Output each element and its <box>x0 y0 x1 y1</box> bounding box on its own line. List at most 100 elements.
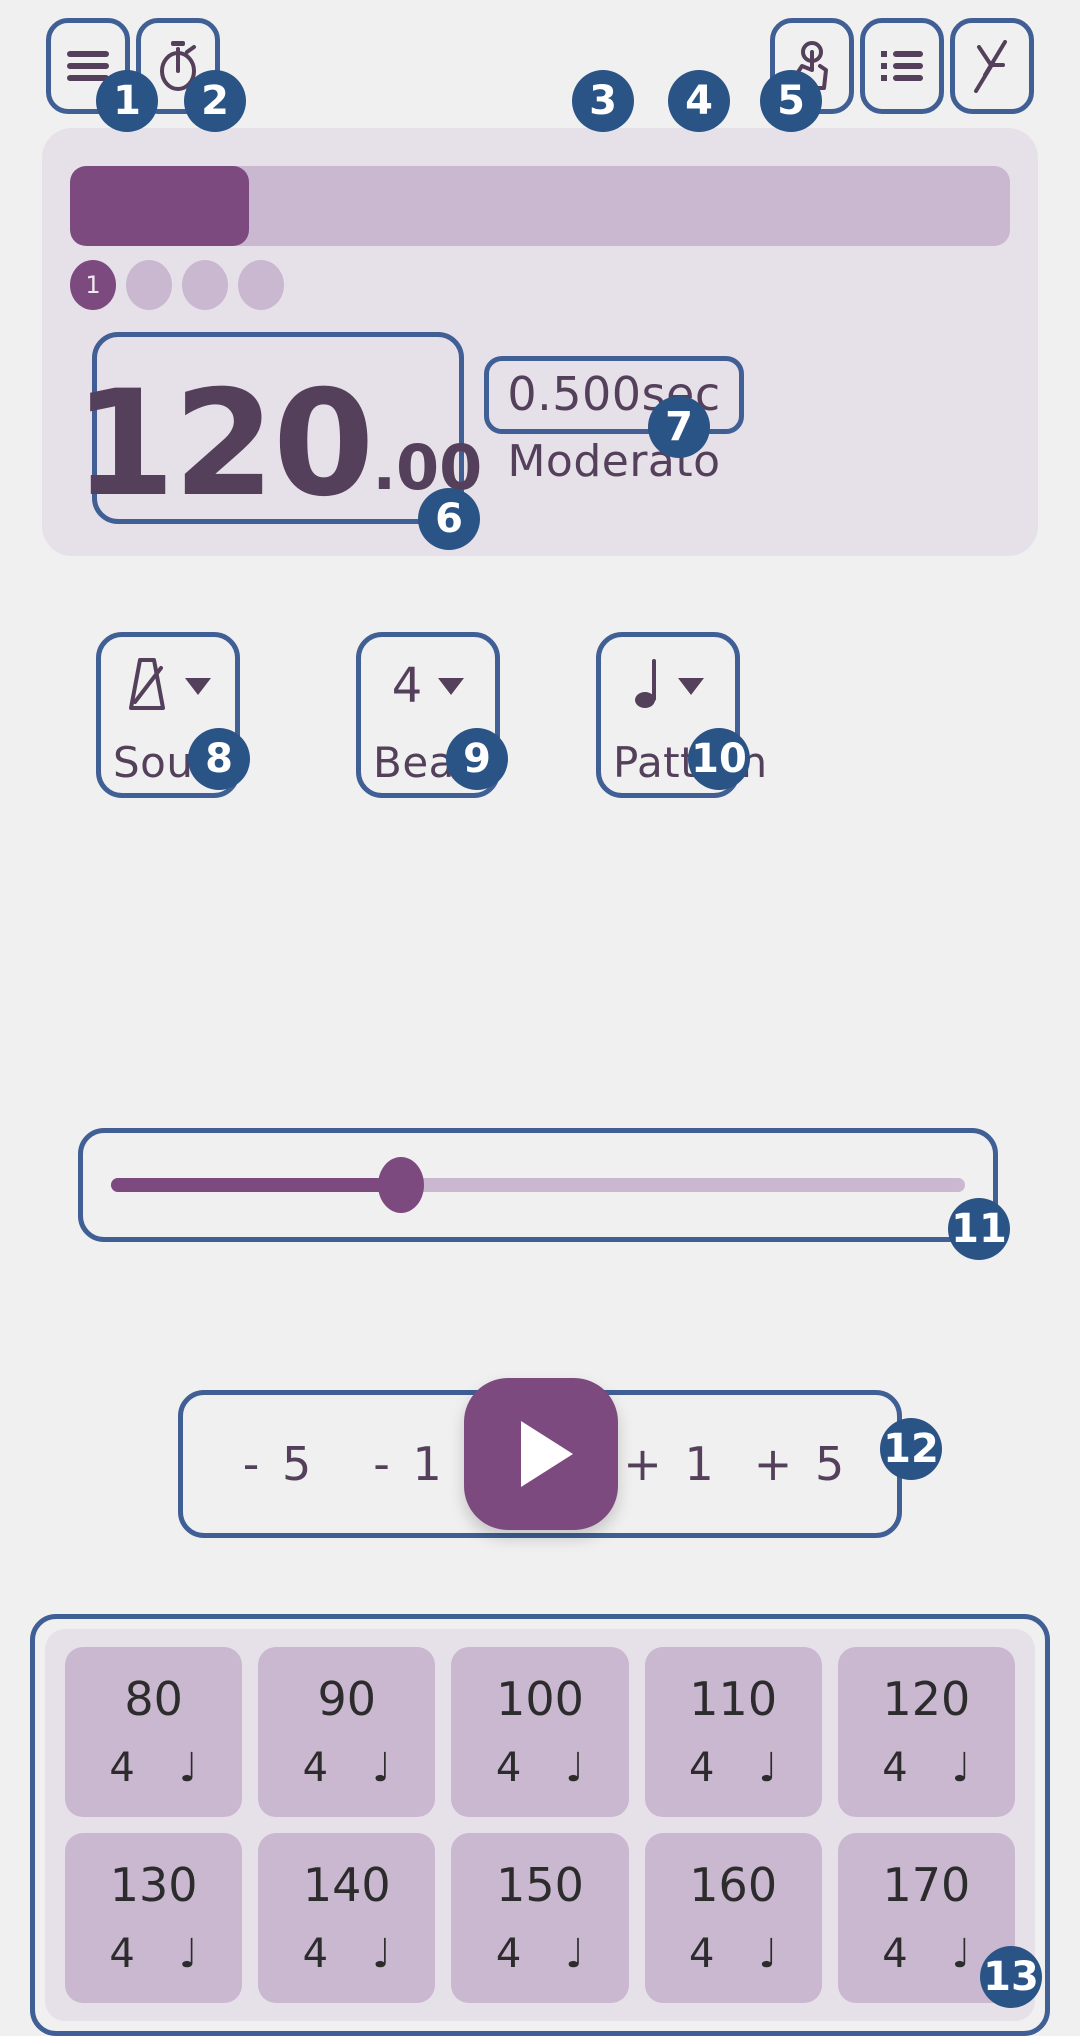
annotation-badge-3: 3 <box>572 70 634 132</box>
preset-meta: 4 ♩ <box>882 1748 970 1788</box>
metronome-icon <box>125 656 169 716</box>
chevron-down-icon <box>185 677 211 695</box>
preset-tile[interactable]: 120 4 ♩ <box>837 1647 1015 1817</box>
annotation-badge-13: 13 <box>980 1946 1042 2008</box>
pattern-selector-top <box>613 655 723 717</box>
preset-meta: 4 ♩ <box>303 1934 391 1974</box>
tuner-button[interactable] <box>950 18 1034 114</box>
preset-bpm-value: 80 <box>124 1672 183 1726</box>
quarter-note-icon: ♩ <box>178 1745 198 1791</box>
preset-beat-value: 4 <box>109 1931 135 1977</box>
beat-dot-4 <box>238 260 284 310</box>
decrease-one-button[interactable]: - 1 <box>350 1437 470 1491</box>
beat-selector-value: 4 <box>391 658 423 714</box>
tempo-slider-filled <box>111 1178 402 1192</box>
preset-meta: 4 ♩ <box>689 1934 777 1974</box>
preset-grid: 80 4 ♩ 90 4 ♩ 100 4 ♩ 110 4 ♩ 120 4 ♩ 130 4 ♩ 140 4 ♩ 150 4 ♩ 16… <box>45 1629 1035 2021</box>
preset-meta: 4 ♩ <box>496 1748 584 1788</box>
bpm-integer: 120 <box>73 359 375 530</box>
preset-bpm-value: 140 <box>302 1858 391 1912</box>
preset-bpm-value: 110 <box>689 1672 778 1726</box>
preset-beat-value: 4 <box>689 1745 715 1791</box>
beat-selector-top: 4 <box>373 655 483 717</box>
annotation-badge-1: 1 <box>96 70 158 132</box>
preset-tile[interactable]: 80 4 ♩ <box>65 1647 243 1817</box>
preset-tile[interactable]: 130 4 ♩ <box>65 1833 243 2003</box>
quarter-note-icon: ♩ <box>565 1745 585 1791</box>
bpm-display-panel: 1 120 .00 0.500sec Moderato <box>42 128 1038 556</box>
increase-one-button[interactable]: + 1 <box>611 1437 731 1491</box>
preset-bpm-value: 100 <box>496 1672 584 1726</box>
beat-progress-fill <box>70 166 249 246</box>
beat-indicator-dots: 1 <box>70 260 284 310</box>
play-triangle-icon <box>521 1421 573 1487</box>
chevron-down-icon <box>678 677 704 695</box>
preset-beat-value: 4 <box>302 1745 329 1791</box>
preset-meta: 4 ♩ <box>109 1748 197 1788</box>
annotation-badge-4: 4 <box>668 70 730 132</box>
preset-tile[interactable]: 100 4 ♩ <box>451 1647 629 1817</box>
beat-progress-bar <box>70 166 1010 246</box>
preset-meta: 4 ♩ <box>882 1934 970 1974</box>
decrease-five-button[interactable]: - 5 <box>219 1437 339 1491</box>
preset-tile[interactable]: 110 4 ♩ <box>644 1647 822 1817</box>
preset-bpm-value: 170 <box>882 1858 971 1912</box>
quarter-note-icon: ♩ <box>951 1745 971 1791</box>
annotation-badge-8: 8 <box>188 728 250 790</box>
hamburger-menu-icon <box>65 49 111 83</box>
tempo-slider-card[interactable] <box>78 1128 998 1242</box>
annotation-badge-7: 7 <box>648 396 710 458</box>
preset-meta: 4 ♩ <box>496 1934 584 1974</box>
preset-tile[interactable]: 150 4 ♩ <box>451 1833 629 2003</box>
play-button[interactable] <box>464 1378 618 1530</box>
preset-bpm-value: 120 <box>882 1672 971 1726</box>
preset-bpm-value: 130 <box>109 1858 198 1912</box>
annotation-badge-11: 11 <box>948 1198 1010 1260</box>
preset-beat-value: 4 <box>109 1745 135 1791</box>
preset-tile[interactable]: 140 4 ♩ <box>258 1833 436 2003</box>
beat-dot-2 <box>126 260 172 310</box>
bpm-value-box[interactable]: 120 .00 <box>74 332 482 524</box>
annotation-badge-10: 10 <box>688 728 750 790</box>
chevron-down-icon <box>438 677 465 695</box>
quarter-note-icon: ♩ <box>565 1931 585 1977</box>
quarter-note-icon <box>632 657 662 715</box>
preset-beat-value: 4 <box>882 1745 908 1791</box>
quarter-note-icon: ♩ <box>178 1931 198 1977</box>
preset-meta: 4 ♩ <box>109 1934 197 1974</box>
bpm-decimal: .00 <box>372 431 483 504</box>
preset-bpm-value: 90 <box>317 1672 377 1726</box>
preset-grid-frame: 80 4 ♩ 90 4 ♩ 100 4 ♩ 110 4 ♩ 120 4 ♩ 130 4 ♩ 140 4 ♩ 150 4 ♩ 16… <box>30 1614 1050 2036</box>
quarter-note-icon: ♩ <box>758 1931 778 1977</box>
annotation-badge-2: 2 <box>184 70 246 132</box>
preset-tile[interactable]: 90 4 ♩ <box>258 1647 436 1817</box>
setlist-button[interactable] <box>860 18 944 114</box>
tempo-slider-rail[interactable] <box>111 1157 965 1213</box>
preset-beat-value: 4 <box>495 1745 522 1791</box>
selector-row: Sound 4 Beat Pattern <box>0 632 1080 802</box>
setlist-list-icon <box>879 49 925 83</box>
preset-bpm-value: 150 <box>496 1858 584 1912</box>
preset-meta: 4 ♩ <box>303 1748 391 1788</box>
top-toolbar <box>0 18 1080 114</box>
tuning-fork-icon <box>971 39 1013 93</box>
annotation-badge-6: 6 <box>418 488 480 550</box>
preset-beat-value: 4 <box>882 1931 908 1977</box>
beat-dot-1: 1 <box>70 260 116 310</box>
preset-beat-value: 4 <box>495 1931 522 1977</box>
quarter-note-icon: ♩ <box>951 1931 971 1977</box>
annotation-badge-12: 12 <box>880 1418 942 1480</box>
preset-tile[interactable]: 160 4 ♩ <box>644 1833 822 2003</box>
quarter-note-icon: ♩ <box>758 1745 778 1791</box>
sound-selector-top <box>113 655 223 717</box>
beat-dot-3 <box>182 260 228 310</box>
increase-five-button[interactable]: + 5 <box>741 1437 861 1491</box>
tempo-slider-thumb[interactable] <box>378 1157 425 1213</box>
annotation-badge-5: 5 <box>760 70 822 132</box>
preset-beat-value: 4 <box>302 1931 329 1977</box>
annotation-badge-9: 9 <box>446 728 508 790</box>
preset-meta: 4 ♩ <box>689 1748 777 1788</box>
quarter-note-icon: ♩ <box>372 1931 391 1977</box>
preset-bpm-value: 160 <box>689 1858 778 1912</box>
preset-beat-value: 4 <box>689 1931 715 1977</box>
